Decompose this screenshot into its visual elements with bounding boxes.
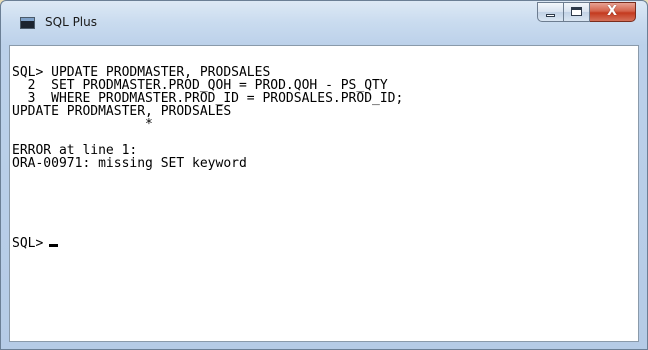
minimize-button[interactable] (537, 2, 564, 22)
console-output: SQL> UPDATE PRODMASTER, PRODSALES 2 SET … (12, 66, 403, 170)
console-line: ORA-00971: missing SET keyword (12, 156, 247, 171)
maximize-icon (571, 7, 582, 16)
command-prompt-line[interactable]: SQL> (12, 236, 59, 251)
window-title: SQL Plus (45, 15, 97, 29)
close-icon: X (606, 4, 618, 19)
console-line: * (12, 117, 153, 132)
sqlplus-window: SQL Plus X SQL> UPDATE PRODMASTER, PRODS… (0, 0, 648, 350)
maximize-button[interactable] (564, 2, 590, 22)
console-window-icon[interactable] (20, 17, 35, 29)
close-button[interactable]: X (590, 2, 636, 22)
minimize-icon (546, 14, 555, 17)
sql-prompt: SQL> (12, 236, 44, 251)
text-cursor (49, 244, 59, 247)
window-controls: X (537, 2, 636, 22)
title-bar[interactable]: SQL Plus X (1, 1, 647, 45)
console-output-area[interactable]: SQL> UPDATE PRODMASTER, PRODSALES 2 SET … (9, 45, 639, 342)
